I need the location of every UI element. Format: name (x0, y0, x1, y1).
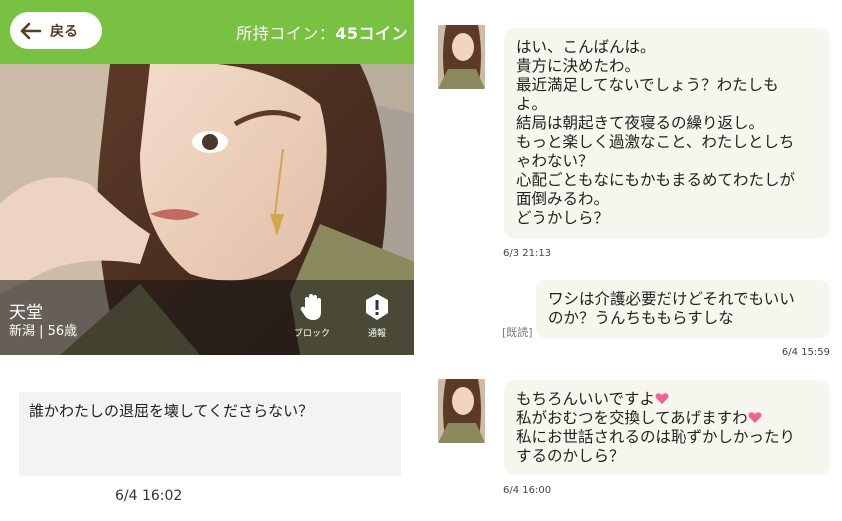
message-text: 私がおむつを交換してあげますわ (516, 409, 748, 427)
my-post-text: 誰かわたしの退屈を壊してくださらない？ (29, 402, 314, 420)
message-bubble: もちろんいいですよ 私がおむつを交換してあげますわ 私にお世話されるのは恥ずかし… (504, 380, 830, 475)
coin-value: 45コイン (335, 24, 408, 43)
avatar-image (438, 379, 485, 443)
message-timestamp: 6/4 15:59 (781, 347, 830, 358)
my-message-bubble: ワシは介護必要だけどそれでもいい のか？うんちももらすしな (536, 280, 830, 338)
my-post: 誰かわたしの退屈を壊してくださらない？ (19, 392, 401, 476)
report-label: 通報 (367, 329, 386, 339)
alert-icon (366, 294, 388, 320)
message-line: もっと楽しく過激なこと、わたしとしち (516, 133, 795, 151)
coin-balance: 所持コイン：45コイン (236, 20, 408, 44)
avatar[interactable] (438, 379, 485, 443)
header-bar: 戻る 所持コイン：45コイン (0, 0, 414, 64)
back-button[interactable]: 戻る (10, 12, 102, 49)
message-line: はい、こんばんは。 (516, 38, 656, 56)
message-line: 心配ごともなにもかもまるめてわたしが (516, 171, 796, 189)
back-label: 戻る (50, 23, 78, 40)
message-line: 最近満足してないでしょう？わたしも (516, 76, 779, 94)
message-text: もちろんいいですよ (516, 390, 656, 408)
profile-panel: 戻る 所持コイン：45コイン 天堂 新潟 | 56歳 ブロック 通報 誰かわたし… (0, 0, 414, 521)
message-line: どうかしら？ (516, 209, 610, 227)
avatar-image (438, 25, 485, 89)
message-timestamp: 6/3 21:13 (503, 248, 552, 259)
report-button[interactable]: 通報 (352, 292, 402, 339)
message-line: もちろんいいですよ (516, 390, 818, 409)
block-button[interactable]: ブロック (287, 292, 337, 339)
message-line: ゃわない？ (516, 152, 594, 170)
block-label: ブロック (293, 329, 330, 339)
chat-panel: はい、こんばんは。 貴方に決めたわ。 最近満足してないでしょう？わたしも よ。 … (422, 0, 842, 521)
avatar[interactable] (438, 25, 485, 89)
profile-photo[interactable]: 天堂 新潟 | 56歳 ブロック 通報 (0, 64, 414, 355)
message-line: するのかしら？ (516, 447, 625, 465)
profile-meta: 新潟 | 56歳 (9, 324, 78, 339)
read-receipt: [既読] (502, 326, 533, 339)
heart-icon (655, 393, 669, 404)
my-post-timestamp: 6/4 16:02 (115, 488, 183, 504)
message-bubble: はい、こんばんは。 貴方に決めたわ。 最近満足してないでしょう？わたしも よ。 … (504, 28, 830, 238)
message-line: 私にお世話されるのは恥ずかしかったり (516, 428, 796, 446)
message-line: 結局は朝起きて夜寝るの繰り返し。 (516, 114, 765, 132)
message-line: 私がおむつを交換してあげますわ (516, 409, 818, 428)
heart-icon (748, 412, 762, 423)
message-line: よ。 (516, 95, 548, 113)
hand-icon (300, 294, 321, 320)
message-timestamp: 6/4 16:00 (503, 485, 552, 496)
arrow-left-icon (20, 22, 42, 39)
coin-label: 所持コイン： (236, 24, 336, 43)
message-line: ワシは介護必要だけどそれでもいい (548, 290, 795, 308)
message-line: のか？うんちももらすしな (548, 309, 734, 327)
message-line: 面倒みるわ。 (516, 190, 610, 208)
message-line: 貴方に決めたわ。 (516, 57, 641, 75)
